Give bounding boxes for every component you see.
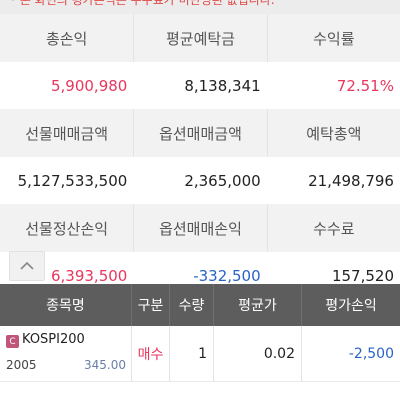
- call-option-badge: C: [6, 335, 19, 348]
- notice-bar: * 본 화면의 평가손익은 수수료가 미반영된 값입니다.: [0, 0, 400, 14]
- value-futures-trade-amount: 5,127,533,500: [17, 171, 128, 190]
- col-header-eval-pnl[interactable]: 평가손익: [302, 284, 400, 326]
- label-commission: 수수료: [266, 204, 400, 252]
- summary-header-row: 선물매매금액 옵션매매금액 예탁총액: [0, 109, 400, 157]
- cell-qty: 1: [170, 326, 214, 381]
- chevron-up-icon: [20, 261, 34, 270]
- label-options-trade-pnl: 옵션매매손익: [133, 204, 266, 252]
- cell-symbol: C KOSPI200 2005 345.00: [0, 326, 132, 381]
- label-total-deposit: 예탁총액: [266, 109, 400, 157]
- cell-eval-pnl: -2,500: [348, 345, 394, 362]
- summary-header-row: 선물정산손익 옵션매매손익 수수료: [0, 204, 400, 252]
- label-futures-trade-amount: 선물매매금액: [25, 124, 109, 143]
- value-total-pnl: 5,900,980: [50, 76, 128, 95]
- label-return-rate: 수익률: [266, 14, 400, 62]
- cell-side: 매수: [132, 326, 170, 381]
- label-futures-settlement-pnl: 선물정산손익: [25, 219, 109, 238]
- col-header-qty[interactable]: 수량: [170, 284, 214, 326]
- positions-table-header: 종목명 구분 수량 평균가 평가손익: [0, 284, 400, 326]
- cell-avg-price: 0.02: [214, 326, 302, 381]
- label-avg-deposit: 평균예탁금: [133, 14, 266, 62]
- value-avg-deposit: 8,138,341: [184, 76, 261, 95]
- col-header-side[interactable]: 구분: [132, 284, 170, 326]
- summary-header-row: 총손익 평균예탁금 수익률: [0, 14, 400, 62]
- col-header-avg-price[interactable]: 평균가: [214, 284, 302, 326]
- notice-text: * 본 화면의 평가손익은 수수료가 미반영된 값입니다.: [10, 0, 275, 7]
- col-header-symbol[interactable]: 종목명: [0, 284, 132, 326]
- summary-value-row: 5,127,533,500 2,365,000 21,498,796: [0, 157, 400, 204]
- value-total-deposit: 21,498,796: [308, 171, 394, 190]
- account-summary: 총손익 평균예탁금 수익률 5,900,980 8,138,341 72.51%…: [0, 14, 400, 299]
- collapse-summary-button[interactable]: [9, 251, 45, 281]
- positions-table: 종목명 구분 수량 평균가 평가손익 C KOSPI200 2005 345.0…: [0, 284, 400, 382]
- table-row[interactable]: C KOSPI200 2005 345.00 매수 1 0.02 -2,500: [0, 326, 400, 382]
- value-return-rate: 72.51%: [336, 76, 394, 95]
- label-total-pnl: 총손익: [45, 29, 88, 48]
- value-options-trade-amount: 2,365,000: [184, 171, 261, 190]
- label-options-trade-amount: 옵션매매금액: [133, 109, 266, 157]
- symbol-name: KOSPI200: [22, 332, 85, 347]
- strike-price: 345.00: [84, 358, 126, 372]
- expiry-month: 2005: [6, 358, 37, 372]
- summary-value-row: 5,900,980 8,138,341 72.51%: [0, 62, 400, 109]
